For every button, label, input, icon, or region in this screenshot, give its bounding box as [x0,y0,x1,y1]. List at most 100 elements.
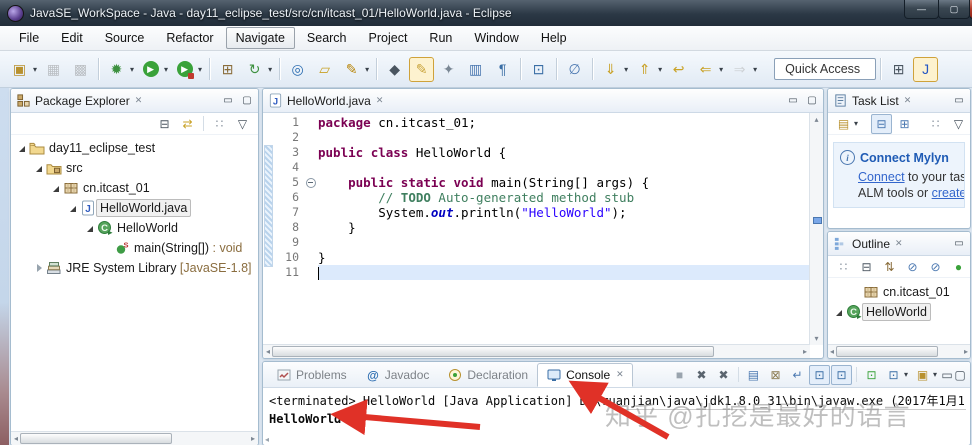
maximize-view-icon[interactable]: ▢ [954,368,966,382]
dropdown-arrow-icon[interactable]: ▾ [719,65,723,74]
show-stdout-icon[interactable]: ⊡ [831,365,852,385]
open-task-icon[interactable]: ◆ [382,57,407,82]
menu-item-search[interactable]: Search [297,27,357,49]
tree-item[interactable]: day11_eclipse_test [11,138,258,158]
expand-arrow-icon[interactable] [834,307,845,318]
previous-annotation-icon[interactable]: ⇑ [632,57,657,82]
new-wizard-icon[interactable]: ▣ [7,57,32,82]
fold-collapse-icon[interactable] [305,175,318,190]
collapse-all-icon[interactable]: ⊟ [154,114,175,134]
menu-item-refactor[interactable]: Refactor [156,27,223,49]
pin-console-icon[interactable]: ⊡ [809,365,830,385]
menu-item-run[interactable]: Run [419,27,462,49]
dropdown-arrow-icon[interactable]: ▾ [164,65,168,74]
remove-all-launches-icon[interactable]: ✖ [713,365,734,385]
scheduled-icon[interactable]: ⊞ [894,114,915,134]
show-whitespace-icon[interactable]: ¶ [490,57,515,82]
outline-header[interactable]: Outline ✕ ▭ [828,232,970,256]
tree-item[interactable]: cn.itcast_01 [11,178,258,198]
tree-item[interactable]: JRE System Library [JavaSE-1.8] [11,258,258,278]
open-console-icon[interactable]: ⊡ [883,365,904,385]
close-view-icon[interactable]: ✕ [135,95,143,106]
back-icon[interactable]: ⇐ [693,57,718,82]
dropdown-arrow-icon[interactable]: ▾ [198,65,202,74]
open-resource-icon[interactable]: ▱ [312,57,337,82]
show-source-icon[interactable]: ▥ [463,57,488,82]
dropdown-arrow-icon[interactable]: ▾ [904,370,908,379]
toggle-mark-occurrences-icon[interactable]: ∅ [562,57,587,82]
view-menu-icon[interactable]: ▽ [232,114,253,134]
menu-item-edit[interactable]: Edit [51,27,93,49]
expand-arrow-icon[interactable] [17,143,28,154]
new-console-view-icon[interactable]: ▣ [912,365,933,385]
close-editor-icon[interactable]: ✕ [376,95,384,106]
new-java-project-icon[interactable]: ⊞ [215,57,240,82]
window-maximize-button[interactable]: ▢ [938,0,970,19]
categorized-icon[interactable]: ⊟ [871,114,892,134]
minimize-view-icon[interactable]: ▭ [941,368,953,382]
dropdown-arrow-icon[interactable]: ▾ [753,65,757,74]
dropdown-arrow-icon[interactable]: ▾ [854,119,858,128]
close-tab-icon[interactable]: ✕ [616,369,624,380]
expand-arrow-icon[interactable] [51,183,62,194]
remove-launch-icon[interactable]: ✖ [691,365,712,385]
menu-item-navigate[interactable]: Navigate [226,27,295,49]
save-all-icon[interactable]: ▩ [68,57,93,82]
view-menu-icon[interactable]: ▽ [948,114,969,134]
minimize-view-icon[interactable]: ▭ [953,238,965,249]
run-as-icon[interactable]: ▶ [172,57,197,82]
editor-vscrollbar[interactable]: ▴ ▾ [809,113,823,345]
forward-icon[interactable]: ⇒ [727,57,752,82]
tab-javadoc[interactable]: @Javadoc [356,363,439,387]
create-task-link[interactable]: create [932,186,965,200]
tree-item[interactable]: CHelloWorld [11,218,258,238]
code-editor[interactable]: 1package cn.itcast_01;23public class Hel… [263,113,810,345]
link-with-editor-icon[interactable]: ⇄ [177,114,198,134]
quick-access-input[interactable]: Quick Access [774,58,876,80]
close-view-icon[interactable]: ✕ [895,238,903,249]
focus-icon[interactable]: ∷ [833,257,854,277]
menu-item-source[interactable]: Source [95,27,155,49]
package-explorer-hscrollbar[interactable]: ◂▸ [11,431,258,445]
tab-problems[interactable]: Problems [267,363,356,387]
scroll-lock-icon[interactable]: ⊠ [765,365,786,385]
tree-item[interactable]: cn.itcast_01 [828,282,970,302]
debug-icon[interactable]: ✹ [104,57,129,82]
focus-icon[interactable]: ∷ [209,114,230,134]
dropdown-arrow-icon[interactable]: ▾ [933,370,937,379]
mark-occurrences-icon[interactable]: ✎ [409,57,434,82]
format-brush-icon[interactable]: ✎ [339,57,364,82]
window-minimize-button[interactable]: — [904,0,939,19]
tree-item[interactable]: CHelloWorld [828,302,970,322]
run-icon[interactable]: ▶ [138,57,163,82]
dropdown-arrow-icon[interactable]: ▾ [130,65,134,74]
code-line[interactable]: 6 // TODO Auto-generated method stub [263,190,810,205]
code-line[interactable]: 9 [263,235,810,250]
dropdown-arrow-icon[interactable]: ▾ [624,65,628,74]
minimize-view-icon[interactable]: ▭ [953,95,965,106]
menu-item-window[interactable]: Window [464,27,528,49]
new-task-icon[interactable]: ▤ [833,114,854,134]
dropdown-arrow-icon[interactable]: ▾ [658,65,662,74]
hide-static-icon[interactable]: ⊘ [925,257,946,277]
tab-declaration[interactable]: Declaration [438,363,537,387]
code-line[interactable]: 4 [263,160,810,175]
open-type-icon[interactable]: ◎ [285,57,310,82]
hide-non-public-icon[interactable]: ● [948,257,969,277]
dropdown-arrow-icon[interactable]: ▾ [365,65,369,74]
outline-hscrollbar[interactable]: ◂▸ [828,344,970,358]
expand-arrow-icon[interactable] [68,203,79,214]
expand-arrow-icon[interactable] [85,223,96,234]
next-annotation-icon[interactable]: ⇓ [598,57,623,82]
open-console-view-icon[interactable]: ⊡ [526,57,551,82]
package-explorer-header[interactable]: Package Explorer ✕ ▭ ▢ [11,89,258,113]
sort-icon[interactable]: ⇅ [879,257,900,277]
code-line[interactable]: 2 [263,130,810,145]
maximize-editor-icon[interactable]: ▢ [806,95,818,106]
code-line[interactable]: 7 System.out.println("HelloWorld"); [263,205,810,220]
focus-icon[interactable]: ∷ [925,114,946,134]
maximize-view-icon[interactable]: ▢ [241,95,253,106]
connect-link[interactable]: Connect [858,170,905,184]
last-edit-location-icon[interactable]: ↩ [666,57,691,82]
menu-item-project[interactable]: Project [359,27,418,49]
